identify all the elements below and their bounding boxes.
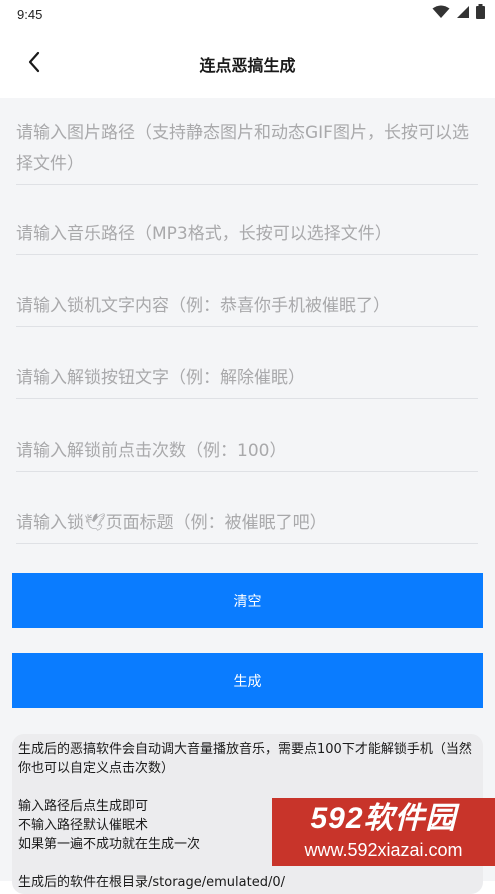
music-path-input[interactable]: 请输入音乐路径（MP3格式，长按可以选择文件） — [16, 219, 478, 255]
status-icons — [432, 4, 485, 23]
info-text-5: 生成后的软件在根目录/storage/emulated/0/ — [18, 875, 286, 890]
clear-button[interactable]: 清空 — [12, 573, 483, 628]
status-bar: 9:45 — [0, 0, 495, 30]
app-bar: 连点恶搞生成 — [0, 30, 495, 98]
unlock-button-text-input[interactable]: 请输入解锁按钮文字（例：解除催眠） — [16, 363, 478, 399]
generate-button[interactable]: 生成 — [12, 653, 483, 708]
watermark-logo: 592软件园 www.592xiazai.com — [272, 798, 495, 866]
status-time: 9:45 — [17, 7, 43, 22]
page-title: 连点恶搞生成 — [199, 56, 296, 75]
image-path-input[interactable]: 请输入图片路径（支持静态图片和动态GIF图片，长按可以选择文件） — [16, 118, 478, 185]
signal-icon — [456, 5, 470, 23]
wifi-icon — [432, 5, 450, 23]
page-title-input[interactable]: 请输入锁🕊页面标题（例：被催眠了吧） — [16, 508, 478, 544]
watermark-brand: 592软件园 — [310, 802, 457, 835]
battery-icon — [476, 4, 485, 23]
lock-text-input[interactable]: 请输入锁机文字内容（例：恭喜你手机被催眠了） — [16, 291, 478, 327]
click-count-input[interactable]: 请输入解锁前点击次数（例：100） — [16, 436, 478, 472]
watermark-url: www.592xiazai.com — [304, 840, 463, 860]
info-text-1: 生成后的恶搞软件会自动调大音量播放音乐，需要点100下才能解锁手机（当然你也可以… — [18, 742, 472, 776]
